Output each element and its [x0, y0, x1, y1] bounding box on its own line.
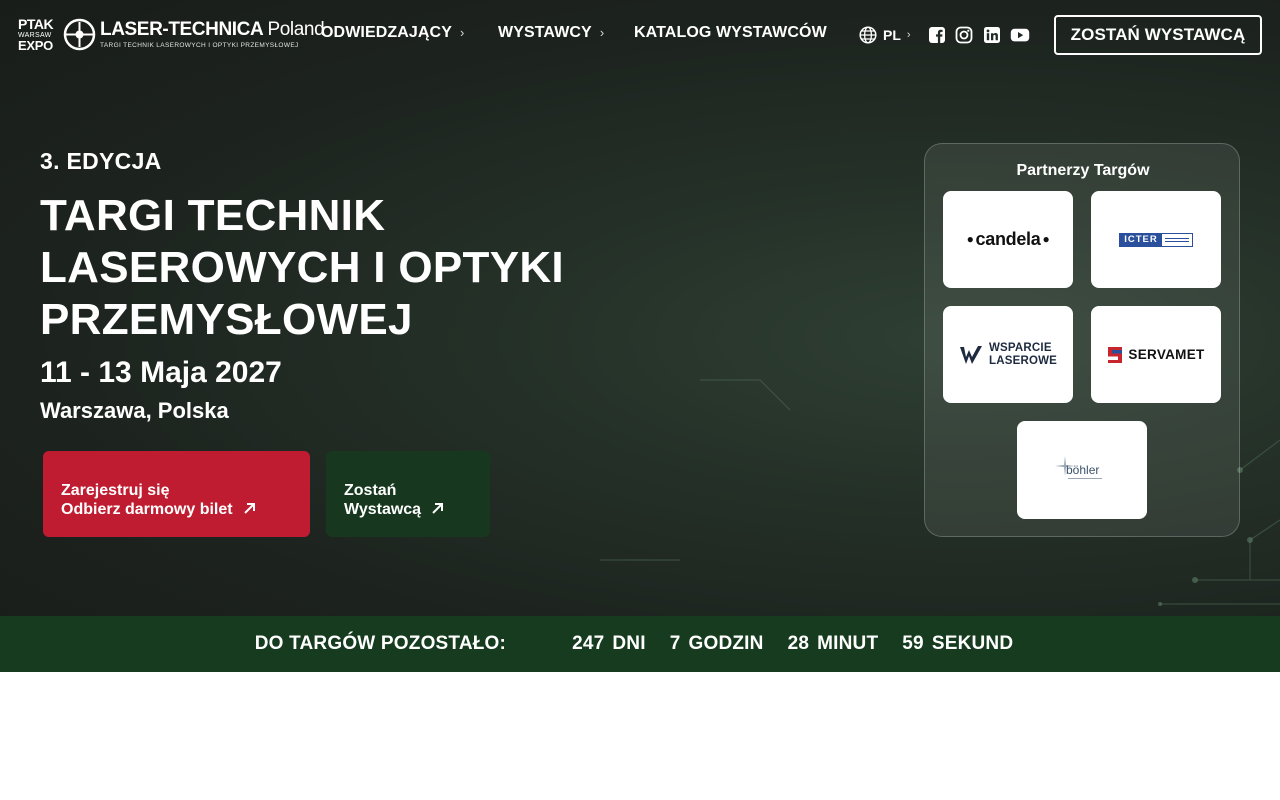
partner-logo-bohler[interactable]: böhler — [1017, 421, 1147, 519]
chevron-right-icon: › — [906, 29, 911, 41]
partner-logo-candela[interactable]: ● candela ● — [943, 191, 1073, 288]
hero-section: PTAK WARSAW EXPO LASER-TECHNICA Poland T… — [0, 0, 1280, 616]
partner-logo-icter[interactable]: ICTER — [1091, 191, 1221, 288]
chevron-right-icon: › — [459, 25, 465, 40]
countdown-days: 247 DNI — [572, 633, 646, 654]
nav-exhibitors[interactable]: WYSTAWCY › — [498, 24, 604, 42]
nav-visitors[interactable]: ODWIEDZAJĄCY › — [321, 24, 464, 42]
site-header: PTAK WARSAW EXPO LASER-TECHNICA Poland T… — [0, 0, 1280, 70]
register-button[interactable]: Zarejestruj się Odbierz darmowy bilet — [43, 451, 310, 537]
become-exhibitor-header-button[interactable]: ZOSTAŃ WYSTAWCĄ — [1054, 15, 1262, 55]
countdown-hours: 7 GODZIN — [669, 633, 764, 654]
language-label: PL — [883, 27, 901, 43]
nav-exhibitor-catalog[interactable]: KATALOG WYSTAWCÓW — [634, 24, 827, 42]
laser-technica-logo[interactable]: LASER-TECHNICA Poland TARGI TECHNIK LASE… — [100, 19, 325, 49]
countdown-label: DO TARGÓW POZOSTAŁO: — [254, 633, 507, 654]
wsparcie-laserowe-mark-icon — [959, 345, 982, 364]
edition-label: 3. EDYCJA — [40, 148, 162, 174]
logo-country: Poland — [267, 19, 325, 40]
become-exhibitor-button[interactable]: Zostań Wystawcą — [326, 451, 490, 537]
globe-icon — [859, 26, 877, 44]
linkedin-icon[interactable] — [983, 26, 1001, 44]
hero-title: TARGI TECHNIK LASEROWYCH I OPTYKI PRZEMY… — [40, 191, 564, 344]
language-selector[interactable]: PL › — [859, 26, 911, 44]
partners-title: Partnerzy Targów — [1016, 162, 1150, 179]
logo-tagline: TARGI TECHNIK LASEROWYCH I OPTYKI PRZEMY… — [100, 42, 299, 49]
chevron-right-icon: › — [599, 25, 605, 40]
countdown-seconds: 59 SEKUND — [902, 633, 1014, 654]
arrow-up-right-icon — [432, 503, 444, 514]
instagram-icon[interactable] — [955, 26, 973, 44]
partner-logo-wsparcie-laserowe[interactable]: WSPARCIE LASEROWE — [943, 306, 1073, 403]
partners-panel: Partnerzy Targów ● candela ● ICTER WSPARCI… — [924, 143, 1240, 537]
facebook-icon[interactable] — [928, 26, 946, 44]
event-location: Warszawa, Polska — [40, 398, 229, 423]
countdown-bar: DO TARGÓW POZOSTAŁO: 247 DNI 7 GODZIN 28 MI… — [0, 616, 1280, 672]
event-dates: 11 - 13 Maja 2027 — [40, 356, 282, 389]
youtube-icon[interactable] — [1010, 26, 1030, 44]
arrow-up-right-icon — [243, 503, 255, 514]
countdown-minutes: 28 MINUT — [787, 633, 879, 654]
logo-brand-name: LASER-TECHNICA — [100, 19, 263, 40]
laser-technica-logo-icon — [63, 18, 96, 51]
servamet-mark-icon — [1108, 346, 1123, 363]
partner-logo-servamet[interactable]: SERVAMET — [1091, 306, 1221, 403]
ptak-expo-logo[interactable]: PTAK WARSAW EXPO — [18, 17, 58, 52]
